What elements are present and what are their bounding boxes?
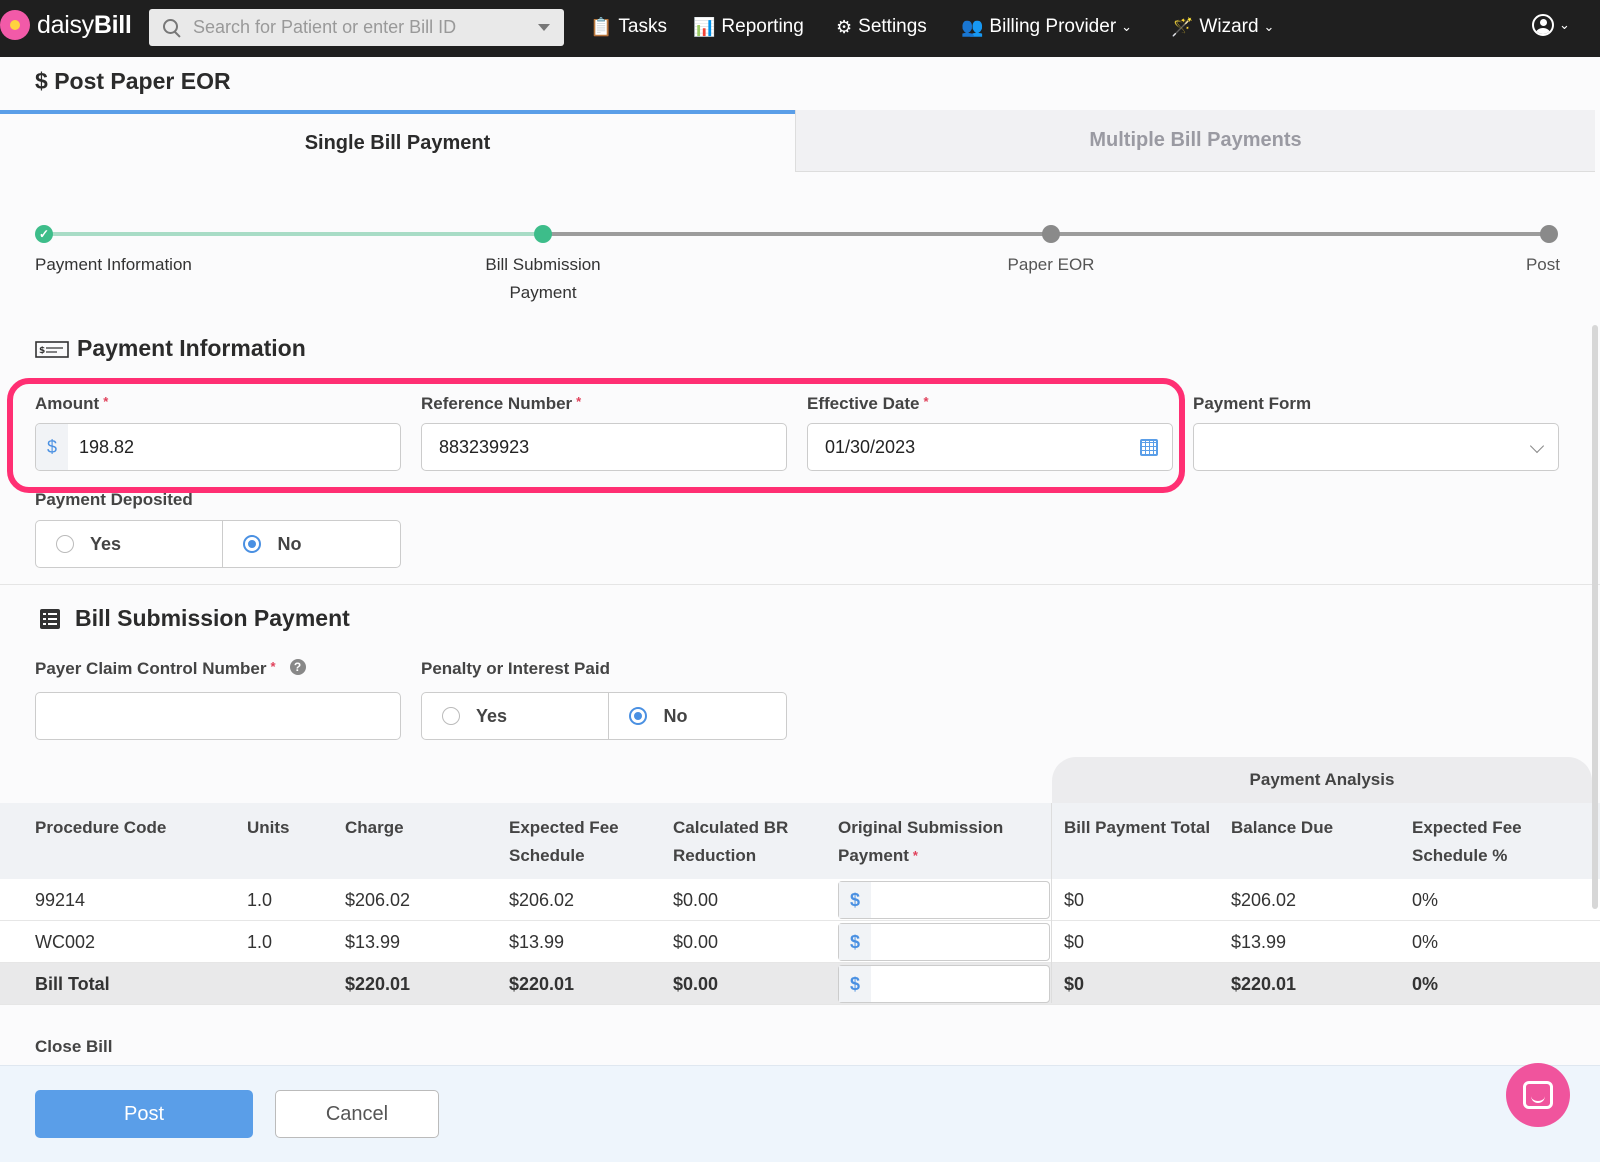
magic-wand-icon: 🪄 [1171,16,1194,37]
step-label-post: Post [1525,255,1560,274]
search-box[interactable] [149,9,564,46]
table-list-icon [40,608,60,629]
logo-text: daisyBill [37,10,132,39]
step-check-icon: ✓ [35,225,53,243]
radio-checked-icon[interactable] [243,535,262,553]
th-expected-fee-schedule: Expected Fee Schedule [509,818,619,865]
radio-checked-icon[interactable] [629,707,648,725]
cancel-button[interactable]: Cancel [275,1090,439,1138]
payment-form-label: Payment Form [1193,394,1312,413]
reference-number-label: Reference Number * [421,394,582,413]
search-icon [163,18,181,37]
section-divider [0,584,1600,585]
nav-settings[interactable]: ⚙ Settings [836,16,927,38]
original-submission-payment-input[interactable]: $ [838,923,1050,961]
user-menu[interactable]: ⌄ [1532,14,1570,36]
table-header: Procedure Code Units Charge Expected Fee… [0,803,1600,879]
payment-analysis-separator [1051,803,1052,1003]
user-circle-icon [1532,14,1554,36]
step-dot-paper-eor [1042,225,1060,243]
page-title: $ Post Paper EOR [35,68,231,94]
nav-reporting[interactable]: 📊 Reporting [693,16,804,38]
th-original-submission-payment: Original Submission Payment * [838,818,1004,865]
step-label-payment-information: Payment Information [35,255,192,274]
original-submission-payment-input[interactable]: $ [838,881,1050,919]
th-expected-fee-schedule-pct: Expected Fee Schedule % [1412,818,1522,865]
check-icon: $ [35,340,69,358]
th-bill-payment-total: Bill Payment Total [1064,818,1211,837]
nav-wizard[interactable]: 🪄 Wizard ⌄ [1171,16,1274,38]
total-original-submission-payment-input[interactable]: $ [838,965,1050,1003]
amount-label: Amount * [35,394,109,413]
chat-icon [1523,1081,1553,1109]
tab-single-bill-payment[interactable]: Single Bill Payment [0,110,795,172]
users-icon: 👥 [961,16,984,37]
th-procedure-code: Procedure Code [35,818,167,837]
th-units: Units [247,818,290,837]
svg-text:$: $ [39,346,45,356]
radio-unchecked-icon[interactable] [56,535,74,553]
bar-chart-icon: 📊 [693,16,716,37]
effective-date-input[interactable]: 01/30/2023 [807,423,1173,471]
dollar-addon: $ [36,424,68,470]
nav-tasks[interactable]: 📋 Tasks [590,16,667,38]
search-input[interactable] [193,17,523,38]
nav-billing-provider[interactable]: 👥 Billing Provider ⌄ [961,16,1132,38]
payment-deposited-label: Payment Deposited [35,490,193,509]
reference-number-input[interactable]: 883239923 [421,423,787,471]
question-circle-icon[interactable]: ? [289,659,306,675]
penalty-yes[interactable]: Yes [422,693,608,739]
table-row: WC002 1.0 $13.99 $13.99 $0.00 $ $0 $13.9… [0,921,1600,963]
close-bill-label: Close Bill [35,1037,113,1056]
step-dot-current [534,225,552,243]
step-dot-post [1540,225,1558,243]
bill-submission-heading: Bill Submission Payment [39,605,350,632]
step-line-complete [44,232,544,236]
calendar-icon[interactable] [1140,439,1158,456]
chevron-down-icon: ⌄ [1121,19,1133,34]
daisy-flower-icon [0,10,30,40]
penalty-group: Yes No [421,692,787,740]
table-row-total: Bill Total $220.01 $220.01 $0.00 $ $0 $2… [0,963,1600,1005]
chat-launcher[interactable] [1506,1063,1570,1127]
scrollbar[interactable] [1592,325,1598,909]
th-calculated-br-reduction: Calculated BR Reduction [673,818,789,865]
effective-date-label: Effective Date * [807,394,929,413]
pccn-label: Payer Claim Control Number *? [35,659,306,679]
penalty-no[interactable]: No [608,693,786,739]
payment-form-select[interactable] [1193,423,1559,471]
logo[interactable]: daisyBill [0,10,132,40]
payment-deposited-no[interactable]: No [222,521,400,567]
gear-icon: ⚙ [836,16,853,37]
payment-analysis-header: Payment Analysis [1052,757,1592,803]
chevron-down-icon: ⌄ [1559,17,1570,32]
tab-multiple-bill-payments[interactable]: Multiple Bill Payments [795,110,1595,172]
pccn-input[interactable] [35,692,401,740]
penalty-label: Penalty or Interest Paid [421,659,610,678]
radio-unchecked-icon[interactable] [442,707,460,725]
post-button[interactable]: Post [35,1090,253,1138]
payment-deposited-group: Yes No [35,520,401,568]
step-label-bill-submission: Bill Submission Payment [485,255,601,302]
th-balance-due: Balance Due [1231,818,1334,837]
th-charge: Charge [345,818,404,837]
clipboard-check-icon: 📋 [590,16,613,37]
amount-input[interactable]: $ 198.82 [35,423,401,471]
step-label-paper-eor: Paper EOR [1007,255,1095,274]
top-nav: daisyBill 📋Tasks 📊Reporting ⚙Settings 👥B… [0,0,1600,57]
chevron-down-icon: ⌄ [1263,19,1275,34]
chevron-down-icon [1529,438,1545,454]
payment-deposited-yes[interactable]: Yes [36,521,222,567]
payment-information-heading: $ Payment Information [35,335,306,362]
table-row: 99214 1.0 $206.02 $206.02 $0.00 $ $0 $20… [0,879,1600,921]
caret-down-icon[interactable] [538,24,550,31]
